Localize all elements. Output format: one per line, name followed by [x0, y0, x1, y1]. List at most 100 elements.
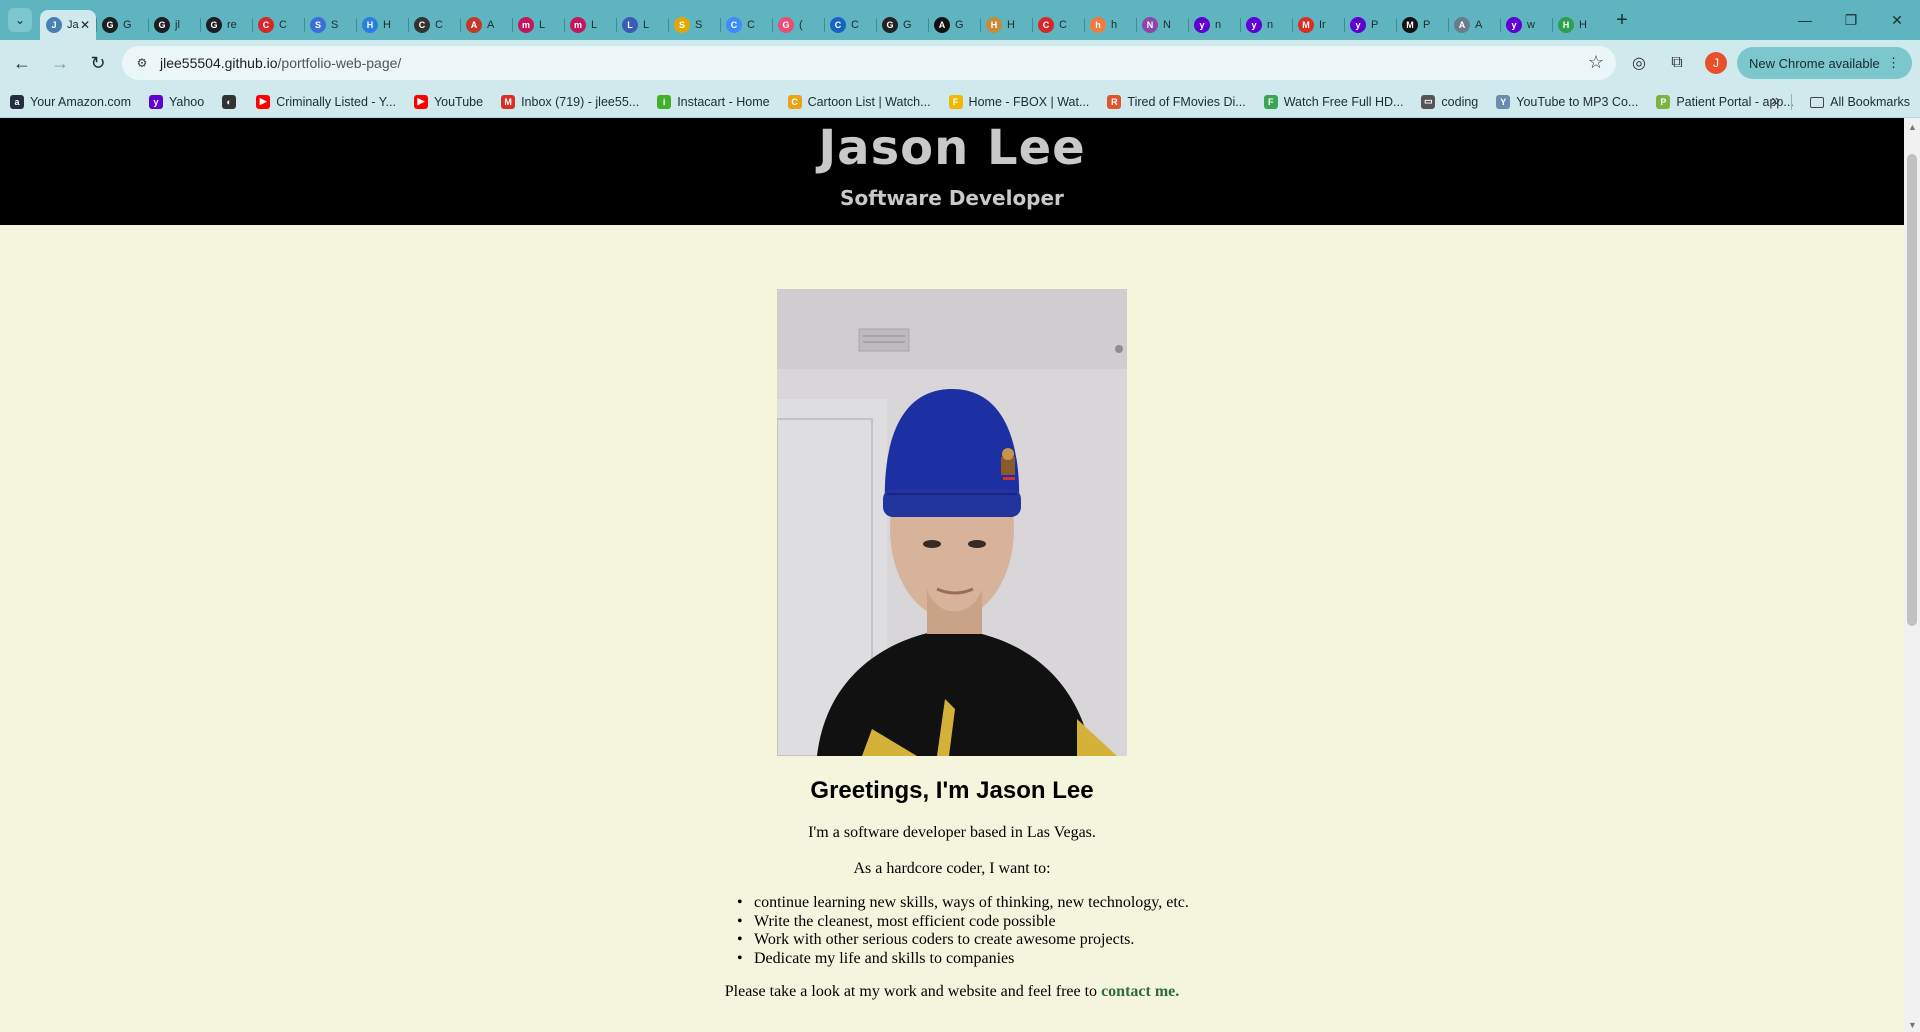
tab-title: L — [643, 19, 650, 31]
browser-tab[interactable]: MP — [1396, 10, 1448, 40]
tab-favicon-icon: C — [830, 17, 846, 33]
tab-title: C — [279, 19, 287, 31]
site-name: Jason Lee — [818, 120, 1086, 176]
window-controls: — ❐ ✕ — [1782, 0, 1920, 40]
profile-avatar[interactable]: J — [1704, 52, 1727, 74]
bookmark-item[interactable]: M Inbox (719) - jlee55... — [501, 94, 639, 109]
minimize-button[interactable]: — — [1782, 0, 1828, 40]
bookmark-item[interactable]: Y YouTube to MP3 Co... — [1496, 94, 1638, 109]
tab-title: S — [331, 19, 339, 31]
bookmark-label: Home - FBOX | Wat... — [968, 94, 1090, 109]
browser-tab[interactable]: HH — [1552, 10, 1604, 40]
tab-favicon-icon: A — [1454, 17, 1470, 33]
reload-button[interactable]: ↻ — [82, 47, 114, 79]
goals-list: continue learning new skills, ways of th… — [737, 894, 1189, 968]
tab-title: Ja — [67, 19, 79, 31]
contact-link[interactable]: contact me. — [1101, 983, 1179, 1000]
intro-text: I'm a software developer based in Las Ve… — [808, 824, 1096, 841]
browser-tab[interactable]: M Ir — [1292, 10, 1344, 40]
browser-tab[interactable]: CC — [824, 10, 876, 40]
back-button[interactable]: ← — [6, 47, 38, 79]
browser-tab[interactable]: SS — [304, 10, 356, 40]
browser-tab[interactable]: NN — [1136, 10, 1188, 40]
tab-favicon-icon: S — [674, 17, 690, 33]
bookmark-item[interactable]: i Instacart - Home — [657, 94, 770, 109]
browser-tab[interactable]: HH — [356, 10, 408, 40]
browser-tab[interactable]: AA — [460, 10, 512, 40]
browser-tab[interactable]: hh — [1084, 10, 1136, 40]
site-header: Jason Lee Software Developer — [0, 118, 1904, 225]
tab-favicon-icon: m — [570, 17, 586, 33]
url-path: /portfolio-web-page/ — [277, 55, 402, 71]
browser-tab[interactable]: CC — [408, 10, 460, 40]
bookmark-item[interactable]: a Your Amazon.com — [10, 94, 131, 109]
tab-title: N — [1163, 19, 1171, 31]
google-lens-icon[interactable]: ◎ — [1623, 47, 1655, 79]
browser-tab[interactable]: GG — [876, 10, 928, 40]
site-role: Software Developer — [840, 186, 1064, 210]
browser-tab[interactable]: Gre — [200, 10, 252, 40]
bookmark-item[interactable]: F Home - FBOX | Wat... — [948, 94, 1090, 109]
tab-search-button[interactable]: ⌄ — [8, 8, 32, 32]
page-scrollbar[interactable]: ▲ ▼ — [1904, 118, 1920, 1032]
update-chrome-button[interactable]: New Chrome available ⋮ — [1736, 47, 1912, 79]
tab-title: w — [1527, 19, 1535, 31]
site-info-icon[interactable]: ⚙ — [130, 51, 154, 75]
browser-tab[interactable]: AA — [1448, 10, 1500, 40]
browser-tab[interactable]: CC — [1032, 10, 1084, 40]
bookmark-item[interactable]: R Tired of FMovies Di... — [1107, 94, 1246, 109]
browser-tab[interactable]: yn — [1188, 10, 1240, 40]
all-bookmarks-button[interactable]: All Bookmarks — [1810, 86, 1910, 118]
bookmarks-divider — [1791, 94, 1792, 110]
browser-tab[interactable]: CC — [252, 10, 304, 40]
browser-tab[interactable]: LL — [616, 10, 668, 40]
bookmark-favicon-icon: ▶ — [413, 94, 428, 109]
restore-button[interactable]: ❐ — [1828, 0, 1874, 40]
browser-tab[interactable]: AG — [928, 10, 980, 40]
browser-tab[interactable]: yn — [1240, 10, 1292, 40]
close-icon: ✕ — [1891, 11, 1903, 28]
bookmark-favicon-icon: ▭ — [1421, 94, 1436, 109]
bookmark-favicon-icon: ◐ — [222, 94, 237, 109]
bookmark-item[interactable]: ▭ coding — [1421, 94, 1478, 109]
browser-tab[interactable]: SS — [668, 10, 720, 40]
bookmark-item[interactable]: ◐ — [222, 94, 242, 109]
folder-icon — [1810, 96, 1825, 108]
new-tab-button[interactable]: + — [1608, 6, 1636, 34]
browser-tab[interactable]: yw — [1500, 10, 1552, 40]
address-bar[interactable]: ⚙ jlee55504.github.io/portfolio-web-page… — [122, 46, 1616, 80]
browser-tab[interactable]: CC — [720, 10, 772, 40]
browser-tab[interactable]: HH — [980, 10, 1032, 40]
scroll-up-icon[interactable]: ▲ — [1908, 122, 1917, 132]
extensions-icon[interactable]: ⧉ — [1661, 47, 1693, 79]
tab-close-icon[interactable]: ✕ — [80, 18, 90, 32]
browser-tab[interactable]: mL — [512, 10, 564, 40]
forward-button[interactable]: → — [44, 47, 76, 79]
tab-title: L — [539, 19, 546, 31]
more-bookmarks-icon[interactable]: » — [1771, 92, 1780, 110]
tab-list: J Ja ✕ G G Gjl Gre C C S S H H C C A Am Lm L L L S S C C G(C C G G A G… — [40, 0, 1604, 40]
browser-tab[interactable]: J Ja ✕ — [40, 10, 96, 40]
scroll-down-icon[interactable]: ▼ — [1908, 1020, 1917, 1030]
arrow-left-icon: ← — [13, 52, 31, 73]
scrollbar-thumb[interactable] — [1907, 154, 1917, 626]
url-host: jlee55504.github.io — [160, 55, 278, 71]
reload-icon: ↻ — [90, 52, 106, 73]
bookmark-item[interactable]: C Cartoon List | Watch... — [787, 94, 931, 109]
browser-tab[interactable]: G( — [772, 10, 824, 40]
browser-tab[interactable]: yP — [1344, 10, 1396, 40]
bookmark-item[interactable]: F Watch Free Full HD... — [1263, 94, 1404, 109]
url-text[interactable]: jlee55504.github.io/portfolio-web-page/ — [160, 55, 401, 71]
browser-tab[interactable]: GG — [96, 10, 148, 40]
all-bookmarks-label: All Bookmarks — [1830, 95, 1910, 109]
bookmark-item[interactable]: ▶ Criminally Listed - Y... — [256, 94, 396, 109]
bookmark-item[interactable]: y Yahoo — [148, 94, 204, 109]
bookmark-star-icon[interactable]: ☆ — [1588, 52, 1604, 73]
bookmark-label: Watch Free Full HD... — [1283, 94, 1404, 109]
list-item: continue learning new skills, ways of th… — [737, 894, 1189, 913]
close-window-button[interactable]: ✕ — [1874, 0, 1920, 40]
browser-tab[interactable]: mL — [564, 10, 616, 40]
browser-tab[interactable]: Gjl — [148, 10, 200, 40]
tab-favicon-icon: A — [466, 17, 482, 33]
bookmark-item[interactable]: ▶ YouTube — [413, 94, 483, 109]
